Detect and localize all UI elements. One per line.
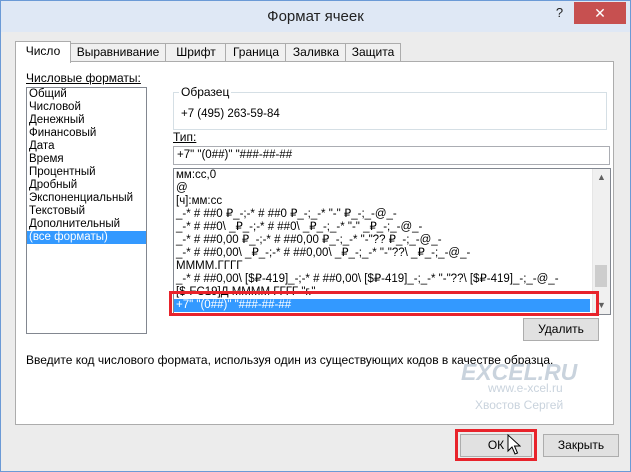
category-item[interactable]: Время (27, 153, 146, 166)
help-icon[interactable]: ? (546, 2, 573, 24)
mouse-cursor-icon (507, 434, 521, 455)
format-item[interactable]: _-* # ##0,00 ₽_-;-* # ##0,00 ₽_-;_-* "-"… (174, 234, 590, 247)
type-label: Тип: (173, 130, 197, 144)
title-bar[interactable]: Формат ячеек ? ✕ (1, 1, 630, 32)
category-item[interactable]: (все форматы) (27, 231, 146, 244)
format-item[interactable]: @ (174, 182, 590, 195)
delete-button[interactable]: Удалить (523, 318, 599, 341)
format-item[interactable]: [ч]:мм:сс (174, 195, 590, 208)
category-item[interactable]: Дополнительный (27, 218, 146, 231)
format-item[interactable]: _-* # ##0\ _₽_-;-* # ##0\ _₽_-;_-* "-" _… (174, 221, 590, 234)
tab-border[interactable]: Граница (225, 43, 287, 61)
category-item[interactable]: Денежный (27, 114, 146, 127)
tab-fill[interactable]: Заливка (285, 43, 347, 61)
category-item[interactable]: Дата (27, 140, 146, 153)
format-item[interactable]: мм:сс,0 (174, 169, 590, 182)
category-item[interactable]: Процентный (27, 166, 146, 179)
tab-protection[interactable]: Защита (345, 43, 401, 61)
tab-number[interactable]: Число (15, 41, 71, 63)
number-tab-panel: Числовые форматы: Общий Числовой Денежный Ф… (15, 61, 614, 425)
categories-label: Числовые форматы: (26, 71, 141, 85)
tab-font[interactable]: Шрифт (165, 43, 227, 61)
sample-group: Образец +7 (495) 263-59-84 (173, 85, 607, 130)
format-item[interactable]: ММММ.ГГГГ (174, 260, 590, 273)
category-item[interactable]: Дробный (27, 179, 146, 192)
category-list[interactable]: Общий Числовой Денежный Финансовый Дата Время… (26, 87, 147, 334)
close-icon[interactable]: ✕ (574, 2, 626, 24)
format-item[interactable]: _-* # ##0,00\ [$₽-419]_-;-* # ##0,00\ [$… (174, 273, 590, 286)
scroll-up-icon[interactable]: ▲ (593, 169, 610, 186)
sample-value: +7 (495) 263-59-84 (181, 108, 280, 120)
selected-format-highlight (169, 291, 599, 316)
category-item[interactable]: Финансовый (27, 127, 146, 140)
type-input[interactable]: +7" "(0##)" "###-##-## (173, 146, 610, 165)
ok-highlight (455, 429, 537, 461)
window-title: Формат ячеек (267, 8, 364, 25)
scroll-thumb[interactable] (595, 265, 607, 287)
tab-alignment[interactable]: Выравнивание (69, 43, 167, 61)
watermark-author: Хвостов Сергей (475, 398, 564, 412)
watermark-site: www.e-xcel.ru (488, 381, 563, 395)
format-cells-dialog: Формат ячеек ? ✕ Число Выравнивание Шриф… (0, 0, 631, 472)
category-item[interactable]: Текстовый (27, 205, 146, 218)
category-item[interactable]: Экспоненциальный (27, 192, 146, 205)
category-item[interactable]: Числовой (27, 101, 146, 114)
category-item[interactable]: Общий (27, 88, 146, 101)
sample-label: Образец (179, 85, 232, 99)
format-item[interactable]: _-* # ##0 ₽_-;-* # ##0 ₽_-;_-* "-" ₽_-;_… (174, 208, 590, 221)
format-item[interactable]: _-* # ##0,00\ _₽_-;-* # ##0,00\ _₽_-;_-*… (174, 247, 590, 260)
close-button[interactable]: Закрыть (543, 434, 619, 457)
